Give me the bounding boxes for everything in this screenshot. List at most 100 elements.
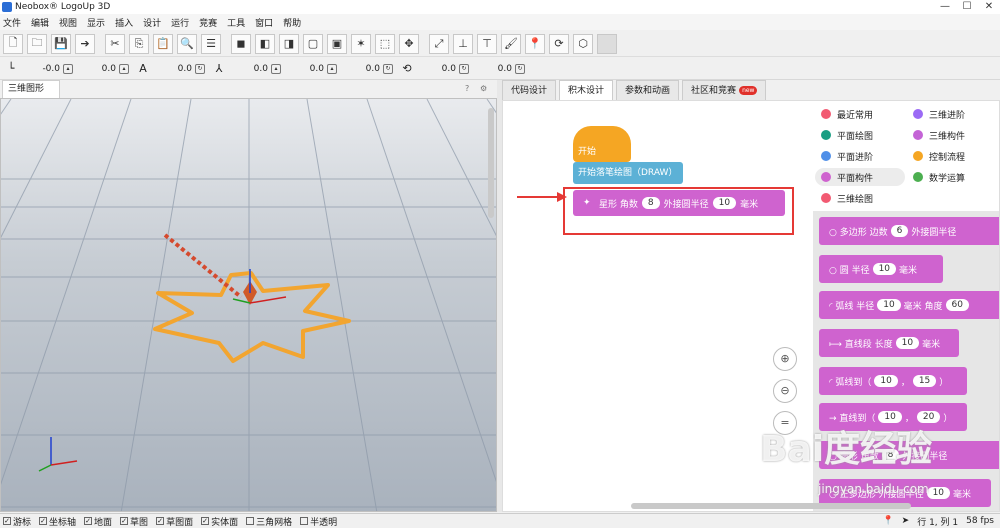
toggle-solid-face[interactable]: ✓ 实体面 xyxy=(201,515,238,528)
tab-params-animation[interactable]: 参数和动画 xyxy=(616,80,680,100)
tab-community[interactable]: 社区和竞赛 new xyxy=(682,80,767,100)
coord-field[interactable]: 0.0 ↻ xyxy=(475,63,525,74)
menu-bar: 文件 编辑 视图 显示 插入 设计 运行 竞赛 工具 窗口 帮助 xyxy=(0,14,1000,30)
category-2d-draw[interactable]: 平面绘图 xyxy=(815,126,905,144)
new-file-icon[interactable]: 🗋 xyxy=(3,33,23,54)
spin-icon: ↻ xyxy=(383,63,393,74)
toggle-translucent[interactable]: 半透明 xyxy=(300,515,337,528)
checkbox-checked-icon: ✓ xyxy=(3,517,11,525)
search-icon[interactable]: 🔍 xyxy=(177,33,197,54)
help-icon[interactable]: ? xyxy=(465,84,469,93)
tab-block-design[interactable]: 积木设计 xyxy=(559,80,614,100)
coord-field[interactable]: 0.0 ▴ xyxy=(79,63,129,74)
zoom-in-button[interactable]: ⊕ xyxy=(773,347,797,371)
blank-icon[interactable] xyxy=(597,33,617,54)
coord-field[interactable]: 0.0 ▴ xyxy=(287,63,337,74)
spin-icon: ▴ xyxy=(271,63,281,74)
star-shape-icon[interactable]: ✶ xyxy=(351,33,371,54)
cube-solid-icon[interactable]: ◼ xyxy=(231,33,251,54)
category-3d-parts[interactable]: 三维构件 xyxy=(907,126,997,144)
cube-front-icon[interactable]: ◧ xyxy=(255,33,275,54)
frame-icon[interactable]: ⬚ xyxy=(375,33,395,54)
menu-contest[interactable]: 竞赛 xyxy=(199,16,217,29)
axis-alt-icon[interactable]: ⊤ xyxy=(477,33,497,54)
circle-block[interactable]: ○ 圆 半径 10 毫米 xyxy=(819,255,943,283)
watermark-logo: Bai度经验 xyxy=(760,429,933,470)
coord-field[interactable]: 0.0 ▴ xyxy=(231,63,281,74)
arc-block[interactable]: ◜ 弧线 半径 10 毫米 角度 60 xyxy=(819,291,999,319)
close-button[interactable]: ✕ xyxy=(978,0,1000,14)
cube-top-icon[interactable]: ◨ xyxy=(279,33,299,54)
expand-icon[interactable]: ⤢ xyxy=(429,33,449,54)
window-title: Neobox® LogoUp 3D xyxy=(15,2,111,12)
flyout-scrollbar[interactable] xyxy=(488,108,494,218)
category-math[interactable]: 数学运算 xyxy=(907,168,997,186)
menu-design[interactable]: 设计 xyxy=(143,16,161,29)
tab-code-design[interactable]: 代码设计 xyxy=(502,80,557,100)
panel-menu-icon[interactable]: ⚙ xyxy=(480,84,487,93)
toggle-ground[interactable]: ✓ 地面 xyxy=(84,515,112,528)
app-logo-icon xyxy=(2,2,12,12)
import-icon[interactable]: ➔ xyxy=(75,33,95,54)
toggle-cursor[interactable]: ✓ 游标 xyxy=(3,515,31,528)
cube-outline-icon[interactable]: ▣ xyxy=(327,33,347,54)
indent-icon[interactable]: ☰ xyxy=(201,33,221,54)
zoom-out-button[interactable]: ⊖ xyxy=(773,379,797,403)
coord-field[interactable]: 0.0 ↻ xyxy=(155,63,205,74)
toggle-sketch-face[interactable]: ✓ 草图面 xyxy=(156,515,193,528)
axis-icon[interactable]: ⊥ xyxy=(453,33,473,54)
coord-field[interactable]: -0.0 ▴ xyxy=(23,63,73,74)
toggle-triangle-mesh[interactable]: 三角网格 xyxy=(246,515,292,528)
coord-field[interactable]: 0.0 ↻ xyxy=(343,63,393,74)
maximize-button[interactable]: ☐ xyxy=(956,0,978,14)
paint-icon[interactable]: 🖌 xyxy=(501,33,521,54)
title-bar: Neobox® LogoUp 3D — ☐ ✕ xyxy=(0,0,1000,14)
cube-wire-icon[interactable]: ▢ xyxy=(303,33,323,54)
start-hat-block[interactable]: 开始 xyxy=(573,126,631,162)
tab-3d-view[interactable]: 三维图形 xyxy=(2,80,60,98)
toggle-sketch[interactable]: ✓ 草图 xyxy=(120,515,148,528)
menu-help[interactable]: 帮助 xyxy=(283,16,301,29)
3d-viewport[interactable] xyxy=(0,98,497,512)
highlight-box xyxy=(563,187,794,235)
open-folder-icon[interactable]: 🗀 xyxy=(27,33,47,54)
cut-icon[interactable]: ✂ xyxy=(105,33,125,54)
menu-view[interactable]: 视图 xyxy=(59,16,77,29)
box-icon[interactable]: ⬡ xyxy=(573,33,593,54)
category-control-flow[interactable]: 控制流程 xyxy=(907,147,997,165)
toggle-axes[interactable]: ✓ 坐标轴 xyxy=(39,515,76,528)
polygon-block[interactable]: ○ 多边形 边数 6 外接圆半径 xyxy=(819,217,999,245)
draw-block[interactable]: 开始落笔绘图（DRAW） xyxy=(573,162,683,184)
category-3d-draw[interactable]: 三维绘图 xyxy=(815,189,905,207)
menu-edit[interactable]: 编辑 xyxy=(31,16,49,29)
paste-icon[interactable]: 📋 xyxy=(153,33,173,54)
category-3d-advanced[interactable]: 三维进阶 xyxy=(907,105,997,123)
line-segment-block[interactable]: ⟼ 直线段 长度 10 毫米 xyxy=(819,329,959,357)
menu-insert[interactable]: 插入 xyxy=(115,16,133,29)
arc-to-block[interactable]: ◜ 弧线到（ 10， 15） xyxy=(819,367,967,395)
menu-file[interactable]: 文件 xyxy=(3,16,21,29)
category-recent[interactable]: 最近常用 xyxy=(815,105,905,123)
category-2d-parts[interactable]: 平面构件 xyxy=(815,168,905,186)
coord-field[interactable]: 0.0 ↻ xyxy=(419,63,469,74)
watermark-url: jingyan.baidu.com xyxy=(818,482,929,496)
navigate-icon: ➤ xyxy=(901,516,910,526)
status-right: 📍 ➤ 行 1, 列 1 58 fps xyxy=(874,514,994,528)
rotate-box-icon[interactable]: ⟳ xyxy=(549,33,569,54)
red-arrow-icon xyxy=(517,192,567,202)
axis-gizmo xyxy=(38,437,78,472)
move-icon[interactable]: ✥ xyxy=(399,33,419,54)
checkbox-checked-icon: ✓ xyxy=(201,517,210,525)
menu-display[interactable]: 显示 xyxy=(87,16,105,29)
save-icon[interactable]: 💾 xyxy=(51,33,71,54)
category-2d-advanced[interactable]: 平面进阶 xyxy=(815,147,905,165)
menu-window[interactable]: 窗口 xyxy=(255,16,273,29)
window-controls: — ☐ ✕ xyxy=(934,0,1000,14)
menu-run[interactable]: 运行 xyxy=(171,16,189,29)
minimize-button[interactable]: — xyxy=(934,0,956,14)
letter-a-icon: A xyxy=(139,62,147,75)
pin-icon[interactable]: 📍 xyxy=(525,33,545,54)
menu-tools[interactable]: 工具 xyxy=(227,16,245,29)
workspace-scrollbar[interactable] xyxy=(631,503,911,509)
copy-icon[interactable]: ⎘ xyxy=(129,33,149,54)
